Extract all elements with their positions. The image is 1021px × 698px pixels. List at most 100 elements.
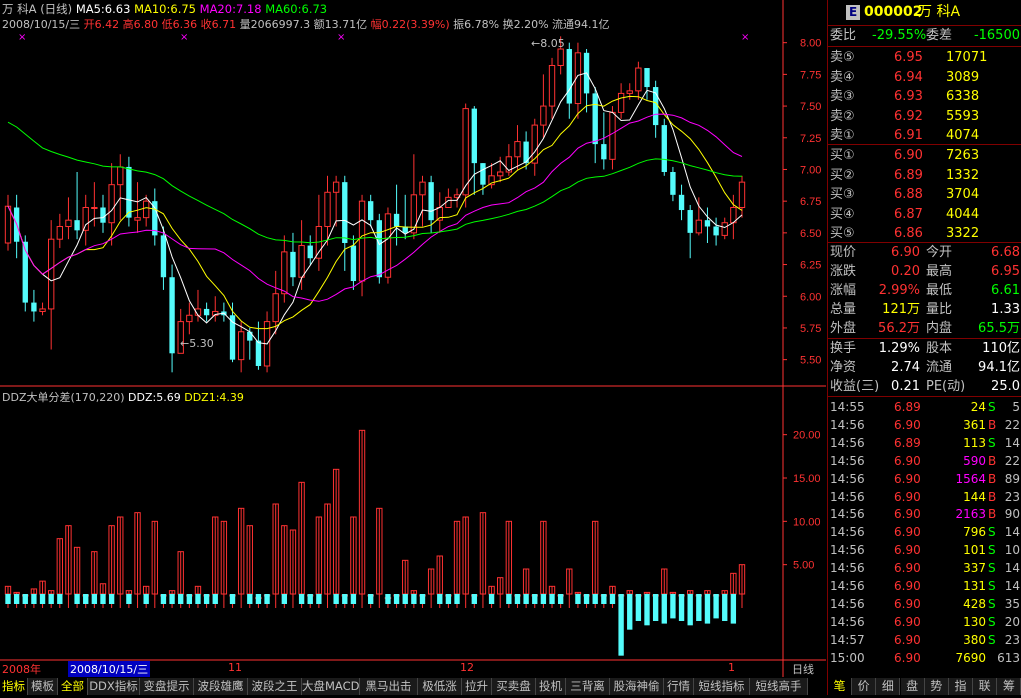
indicator-tab[interactable]: 行情 — [664, 678, 694, 695]
candle[interactable] — [152, 188, 158, 246]
candle[interactable] — [384, 207, 392, 284]
indicator-tab[interactable]: 买卖盘 — [492, 678, 536, 695]
indicator-tab[interactable]: 波段雄鹰 — [194, 678, 248, 695]
candle[interactable] — [644, 68, 650, 100]
candle[interactable] — [471, 106, 477, 195]
indicator-tab[interactable]: 黑马出击 — [360, 678, 418, 695]
candle[interactable] — [315, 194, 323, 271]
candle[interactable] — [505, 144, 513, 176]
candle[interactable] — [169, 264, 175, 373]
bottom-tab[interactable]: 价 — [852, 678, 877, 695]
candle[interactable] — [419, 175, 426, 227]
candle[interactable] — [713, 217, 719, 246]
bottom-tab[interactable]: 盘 — [900, 678, 925, 695]
bottom-tab[interactable]: 笔 — [828, 678, 852, 695]
candle[interactable] — [583, 49, 590, 113]
candle[interactable] — [670, 166, 676, 202]
candle[interactable] — [65, 197, 72, 240]
candle[interactable] — [566, 42, 572, 119]
candle[interactable] — [462, 103, 469, 208]
candle[interactable] — [126, 156, 132, 227]
candle[interactable] — [307, 235, 313, 265]
candle[interactable] — [609, 106, 616, 170]
chart-area[interactable]: 8.00 7.75 7.50 7.25 7.00 6.75 6.50 6.25 6.00 5.75… — [0, 0, 826, 695]
candle[interactable] — [22, 235, 28, 312]
candle[interactable] — [368, 194, 374, 227]
indicator-tab[interactable]: 大盘MACD — [302, 678, 360, 695]
candle[interactable] — [574, 42, 582, 119]
candle[interactable] — [652, 80, 659, 138]
candle[interactable] — [31, 289, 37, 322]
indicator-tab[interactable]: 股海神偷 — [610, 678, 664, 695]
candle[interactable] — [592, 87, 598, 164]
candle[interactable] — [445, 188, 452, 209]
indicator-tab[interactable]: 三背离 — [566, 678, 610, 695]
candle[interactable] — [47, 220, 55, 350]
bottom-tab[interactable]: 指 — [949, 678, 973, 695]
candle[interactable] — [635, 61, 642, 100]
stock-name: 万 科A — [918, 4, 961, 20]
candle[interactable] — [100, 194, 106, 233]
candle[interactable] — [704, 207, 711, 244]
candle[interactable] — [237, 321, 245, 373]
ddz-bar — [419, 594, 426, 608]
candle[interactable] — [661, 118, 667, 176]
candle[interactable] — [721, 217, 728, 240]
indicator-tab[interactable]: 投机 — [536, 678, 566, 695]
kline-chart[interactable]: 8.00 7.75 7.50 7.25 7.00 6.75 6.50 6.25 6.00 5.75… — [0, 0, 826, 695]
candle[interactable] — [74, 172, 80, 240]
indicator-tab[interactable]: 指标 — [0, 678, 28, 695]
candle[interactable] — [601, 112, 607, 170]
candle[interactable] — [212, 296, 219, 322]
candle[interactable] — [376, 213, 382, 284]
candle[interactable] — [186, 302, 193, 335]
candle[interactable] — [332, 175, 340, 227]
ddz-bar — [281, 525, 288, 608]
period-button[interactable]: 日线 — [782, 661, 824, 677]
indicator-tab[interactable]: 极低涨 — [418, 678, 462, 695]
indicator-tab[interactable]: 波段之王 — [248, 678, 302, 695]
ddz-bar — [505, 520, 513, 608]
candle[interactable] — [13, 194, 20, 259]
candle[interactable] — [410, 154, 418, 240]
indicator-tab[interactable]: 模板 — [28, 678, 58, 695]
candle[interactable] — [221, 302, 227, 322]
indicator-tab[interactable]: 变盘提示 — [140, 678, 194, 695]
bottom-tab[interactable]: 细 — [876, 678, 901, 695]
indicator-tab[interactable]: 拉升 — [462, 678, 492, 695]
candle[interactable] — [290, 232, 296, 287]
candle[interactable] — [617, 83, 625, 119]
ddz-bar — [669, 591, 677, 619]
ddz-bar — [65, 525, 72, 608]
bottom-tab[interactable]: 筹 — [997, 678, 1021, 695]
bottom-tab[interactable]: 势 — [924, 678, 949, 695]
candle[interactable] — [626, 83, 633, 100]
candle[interactable] — [548, 57, 556, 119]
candle[interactable] — [480, 163, 486, 195]
candle[interactable] — [514, 125, 521, 170]
candle[interactable] — [678, 184, 685, 221]
indicator-tab[interactable]: 短线高手 — [750, 678, 808, 695]
candle[interactable] — [531, 118, 538, 176]
tick-count: 14 — [1004, 525, 1020, 540]
candle[interactable] — [393, 184, 400, 246]
candle[interactable] — [56, 213, 63, 249]
candle[interactable] — [342, 175, 348, 271]
bottom-tab[interactable]: 联 — [973, 678, 998, 695]
candle[interactable] — [428, 175, 434, 233]
candle[interactable] — [247, 327, 253, 360]
candle[interactable] — [117, 154, 124, 221]
indicator-tab[interactable]: DDX指标 — [88, 678, 140, 695]
candle[interactable] — [738, 175, 746, 218]
candle[interactable] — [82, 194, 89, 246]
candle[interactable] — [134, 182, 141, 233]
candle[interactable] — [203, 302, 210, 322]
indicator-tab[interactable]: 短线指标 — [694, 678, 750, 695]
candle[interactable] — [436, 192, 443, 233]
candle[interactable] — [39, 302, 46, 316]
low-value: 低6.36 — [161, 18, 198, 31]
candle[interactable] — [687, 204, 693, 259]
indicator-tab[interactable]: 全部 — [58, 678, 88, 695]
candle[interactable] — [4, 194, 12, 251]
candle[interactable] — [540, 74, 547, 138]
